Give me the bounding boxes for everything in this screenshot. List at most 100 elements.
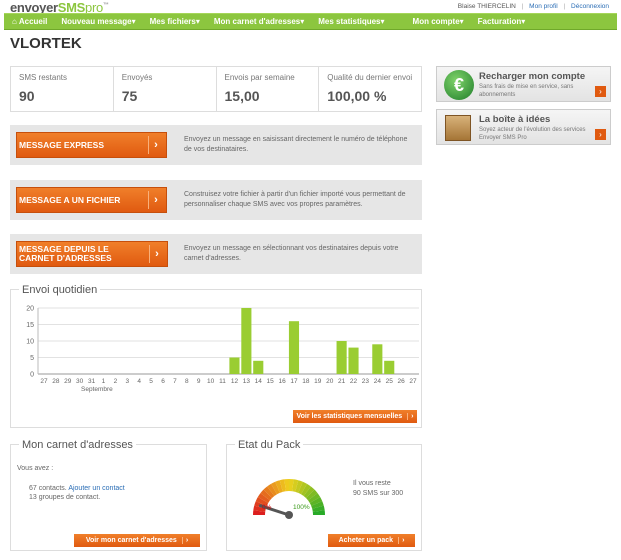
message-file-button[interactable]: MESSAGE A UN FICHIER ›: [16, 187, 167, 213]
monthly-stats-button[interactable]: Voir les statistiques mensuelles ›: [293, 410, 417, 423]
y-tick-label: 5: [30, 355, 34, 362]
gauge-min-label: 0%: [262, 504, 272, 511]
x-tick-label: 13: [243, 378, 251, 385]
x-tick-label: 1: [102, 378, 106, 385]
x-tick-label: 19: [314, 378, 322, 385]
daily-sends-chart: 0510152027 28 29 30 31 1 2 3 4 5 6 7 8 9 10 11 12 13 14 15 1…: [26, 306, 419, 385]
chart-bar[interactable]: [288, 321, 300, 374]
x-tick-label: 22: [350, 378, 358, 385]
x-tick-label: 4: [137, 378, 141, 385]
action-description: Envoyez un message en saisissant directe…: [184, 136, 408, 153]
nav-new-message[interactable]: Nouveau message▾: [54, 17, 142, 26]
button-label: MESSAGE DEPUIS LE CARNET D'ADRESSES: [19, 244, 112, 263]
month-label: Septembre: [81, 386, 113, 393]
x-tick-label: 14: [255, 378, 263, 385]
contacts-count: 67 contacts.: [29, 485, 67, 492]
buy-pack-button[interactable]: Acheter un pack ›: [328, 534, 415, 547]
x-tick-label: 15: [267, 378, 275, 385]
chart-bar[interactable]: [229, 357, 240, 375]
you-have-label: Vous avez :: [17, 465, 54, 472]
add-contact-link[interactable]: Ajouter un contact: [68, 485, 124, 492]
x-tick-label: 25: [386, 378, 394, 385]
card-subtitle: Soyez acteur de l'évolution des services…: [479, 127, 586, 141]
card-subtitle: Sans frais de mise en service, sans abon…: [479, 84, 574, 98]
nav-account[interactable]: Mon compte▾: [406, 17, 471, 26]
nav-billing[interactable]: Facturation▾: [471, 17, 533, 26]
page-title: VLORTEK: [10, 35, 82, 52]
nav-statistics[interactable]: Mes statistiques▾: [311, 17, 391, 26]
chart-bar[interactable]: [241, 308, 252, 374]
chevron-right-icon: ›: [149, 245, 164, 263]
pack-gauge: [253, 479, 325, 519]
x-tick-label: 27: [40, 378, 48, 385]
x-tick-label: 8: [185, 378, 189, 385]
home-icon: ⌂: [12, 17, 17, 26]
chart-bar[interactable]: [253, 360, 264, 374]
y-tick-label: 10: [26, 339, 34, 346]
chart-bar[interactable]: [384, 360, 395, 374]
card-title: La boîte à idées: [479, 114, 551, 125]
x-tick-label: 2: [114, 378, 118, 385]
action-description: Construisez votre fichier à partir d'un …: [184, 191, 406, 208]
x-tick-label: 17: [290, 378, 298, 385]
chevron-right-icon: ›: [181, 537, 188, 544]
nav-address-book[interactable]: Mon carnet d'adresses▾: [207, 17, 311, 26]
stat-value: 75: [121, 88, 138, 104]
stat-value: 90: [19, 88, 35, 104]
chart-bar[interactable]: [372, 344, 383, 374]
box-icon: [445, 115, 471, 141]
x-tick-label: 9: [197, 378, 201, 385]
user-name: Blaise THIERCELIN: [457, 3, 516, 10]
button-label: Acheter un pack: [338, 537, 394, 544]
x-tick-label: 5: [149, 378, 153, 385]
nav-home[interactable]: ⌂ Accueil: [4, 17, 54, 26]
remaining-text: Il vous reste 90 SMS sur 300: [353, 479, 403, 499]
x-tick-label: 23: [362, 378, 370, 385]
nav-my-files[interactable]: Mes fichiers▾: [143, 17, 207, 26]
y-tick-label: 20: [26, 306, 34, 313]
x-tick-label: 27: [409, 378, 417, 385]
stat-sent: Envoyés 75: [114, 67, 217, 111]
pack-panel: Etat du Pack 0% 100% Il vous reste 90 SM…: [226, 439, 422, 551]
stat-label: SMS restants: [19, 73, 68, 82]
chevron-right-icon: ›: [148, 136, 163, 154]
x-tick-label: 29: [64, 378, 72, 385]
groups-count: 13 groupes de contact.: [29, 494, 101, 501]
x-tick-label: 18: [302, 378, 310, 385]
message-express-button[interactable]: MESSAGE EXPRESS ›: [16, 132, 167, 158]
addressbook-panel: Mon carnet d'adresses Vous avez : 67 con…: [10, 439, 207, 551]
action-express: MESSAGE EXPRESS › Envoyez un message en …: [10, 125, 422, 165]
stat-label: Qualité du dernier envoi: [327, 73, 413, 82]
stat-label: Envois par semaine: [224, 73, 295, 82]
profile-link[interactable]: Mon profil: [529, 3, 558, 10]
button-label: MESSAGE A UN FICHIER: [19, 194, 121, 205]
nav-home-label: Accueil: [18, 17, 48, 26]
x-tick-label: 31: [88, 378, 96, 385]
chart-bar[interactable]: [348, 347, 359, 374]
y-tick-label: 15: [26, 322, 34, 329]
x-tick-label: 21: [338, 378, 346, 385]
view-addressbook-button[interactable]: Voir mon carnet d'adresses ›: [74, 534, 200, 547]
chart-bar[interactable]: [336, 341, 347, 374]
chevron-right-icon: ›: [407, 413, 414, 420]
stat-value: 15,00: [224, 88, 260, 104]
x-tick-label: 10: [207, 378, 215, 385]
user-links: Blaise THIERCELIN | Mon profil | Déconne…: [457, 3, 609, 10]
x-tick-label: 7: [173, 378, 177, 385]
button-label: MESSAGE EXPRESS: [19, 139, 105, 150]
panel-title: Mon carnet d'adresses: [19, 439, 136, 451]
stats-bar: SMS restants 90 Envoyés 75 Envois par se…: [10, 66, 422, 112]
stat-value: 100,00 %: [327, 88, 387, 104]
action-description: Envoyez un message en sélectionnant vos …: [184, 245, 399, 262]
stat-quality: Qualité du dernier envoi 100,00 %: [319, 67, 421, 111]
x-tick-label: 20: [326, 378, 334, 385]
x-tick-label: 12: [231, 378, 239, 385]
recharge-card[interactable]: € Recharger mon compte Sans frais de mis…: [436, 66, 611, 102]
chevron-right-icon: ›: [595, 129, 606, 140]
button-label: Voir mon carnet d'adresses: [85, 537, 177, 544]
logout-link[interactable]: Déconnexion: [571, 3, 609, 10]
message-addressbook-button[interactable]: MESSAGE DEPUIS LE CARNET D'ADRESSES ›: [16, 241, 168, 267]
stat-weekly: Envois par semaine 15,00: [217, 67, 320, 111]
ideas-box-card[interactable]: La boîte à idées Soyez acteur de l'évolu…: [436, 109, 611, 145]
panel-title: Etat du Pack: [235, 439, 304, 451]
